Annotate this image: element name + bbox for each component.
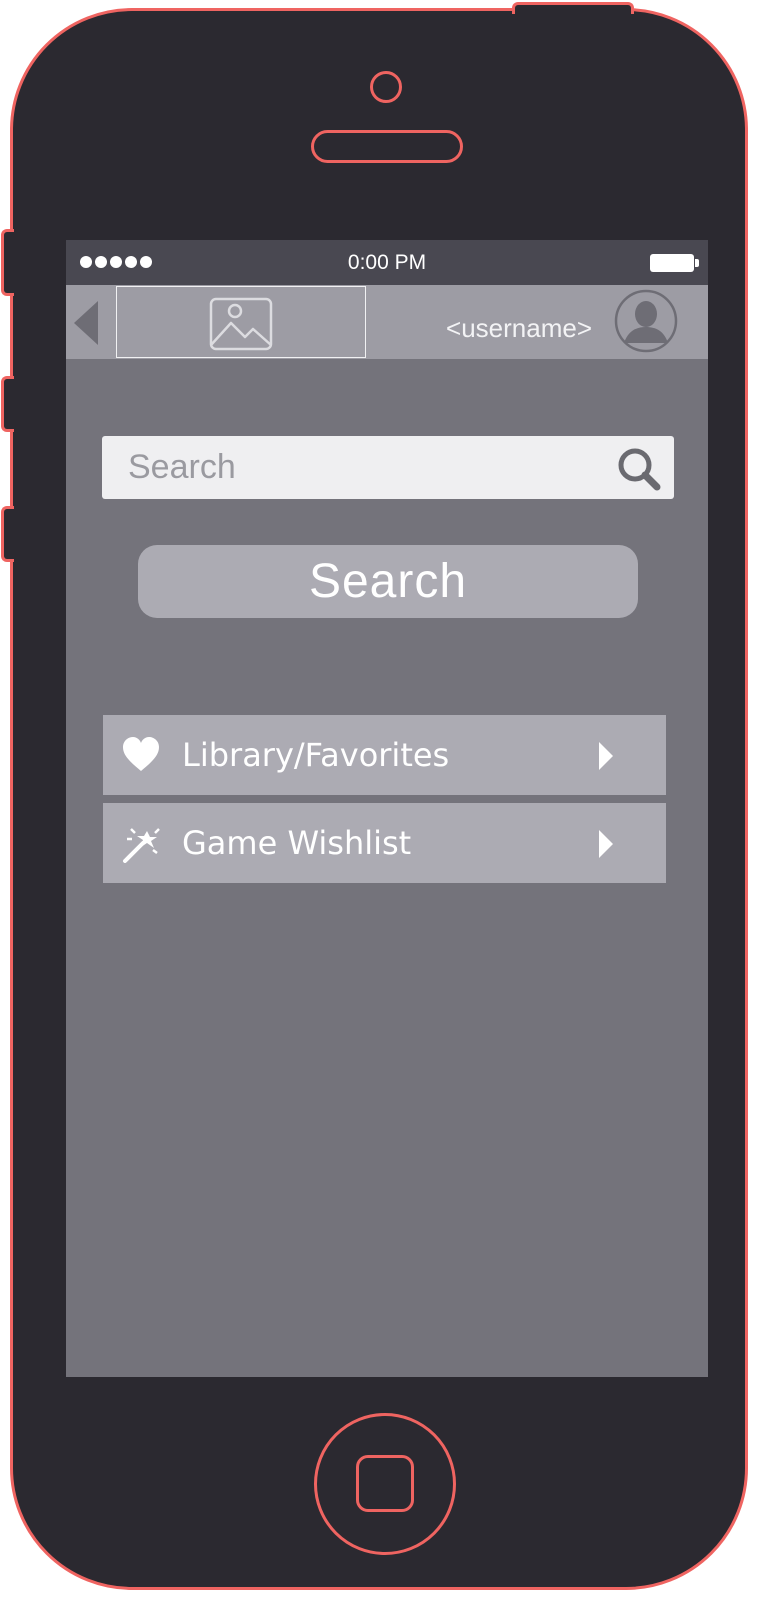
volume-up-button [1,376,14,432]
nav-bar: <username> [66,285,708,359]
mute-switch [1,229,14,296]
chevron-right-icon [599,742,613,770]
volume-down-button [1,506,14,562]
menu-item-game-wishlist[interactable]: Game Wishlist [103,803,666,883]
front-camera [370,71,402,103]
menu-item-label: Library/Favorites [182,736,450,774]
username-label: <username> [446,313,592,343]
screen: 0:00 PM <username> Search Search Library… [66,240,708,1377]
power-button [512,2,634,14]
status-bar: 0:00 PM [66,240,708,285]
image-placeholder-icon [209,297,273,351]
heart-icon [123,737,159,771]
user-avatar-icon[interactable] [614,289,678,353]
back-arrow-icon[interactable] [72,299,102,347]
menu-item-library-favorites[interactable]: Library/Favorites [103,715,666,795]
chevron-right-icon [599,830,613,858]
logo-placeholder [116,286,366,358]
home-button-icon [356,1455,414,1512]
menu-item-label: Game Wishlist [182,824,412,862]
earpiece-speaker [311,130,463,163]
search-icon[interactable] [616,446,662,492]
battery-icon [650,254,699,272]
search-field [102,436,674,499]
search-button[interactable]: Search [138,545,638,618]
magic-wand-icon [123,828,160,863]
search-input[interactable] [102,436,592,499]
status-time: 0:00 PM [347,251,427,274]
